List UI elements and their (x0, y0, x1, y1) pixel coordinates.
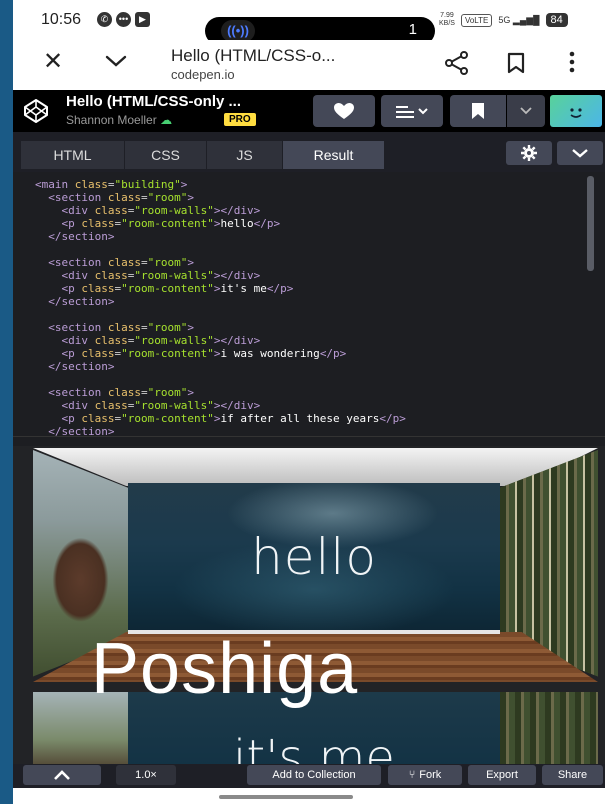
add-to-collection-button[interactable]: Add to Collection (247, 765, 381, 785)
status-time: 10:56 (41, 11, 82, 28)
share-icon[interactable] (444, 51, 470, 75)
fork-label: Fork (419, 769, 442, 781)
pro-badge: PRO (224, 113, 256, 126)
export-button[interactable]: Export (468, 765, 536, 785)
status-bar: 10:56 ✆ ••• ▶ ((•)) 1 7.99 KB/S VoLTE 5G … (13, 0, 605, 45)
chevron-down-icon[interactable] (103, 48, 129, 74)
net-speed: 7.99 KB/S (439, 12, 455, 27)
gesture-handle[interactable] (219, 795, 353, 799)
volte-badge: VoLTE (460, 13, 493, 27)
watermark-text: Poshiga (91, 629, 359, 709)
gear-icon (521, 145, 537, 161)
close-icon[interactable]: ✕ (41, 50, 65, 74)
heart-icon (334, 103, 354, 119)
html-code-editor[interactable]: <main class="building"> <section class="… (13, 172, 605, 436)
collections-menu-button[interactable] (381, 95, 443, 127)
bookmark-icon (472, 103, 484, 119)
chevron-down-icon (572, 149, 588, 158)
pane-resize-handle[interactable] (13, 436, 605, 446)
tab-js[interactable]: JS (207, 141, 283, 169)
smiley-avatar-icon (570, 108, 582, 118)
user-avatar[interactable] (550, 95, 602, 127)
signal-icon: 5G ▂▄▆█ (498, 14, 540, 25)
battery-icon: 84 (545, 13, 568, 27)
pen-title[interactable]: Hello (HTML/CSS-only ... (66, 93, 241, 110)
editor-collapse-button[interactable] (557, 141, 603, 165)
more-menu-icon[interactable] (568, 50, 576, 74)
code-text: it's me (220, 282, 267, 295)
whatsapp-icon: ✆ (97, 12, 112, 27)
bookmark-pen-button[interactable] (450, 95, 506, 127)
pen-author[interactable]: Shannon Moeller ☁ (66, 113, 172, 127)
notification-icons: ✆ ••• ▶ (97, 12, 150, 27)
bookmark-dropdown-button[interactable] (507, 95, 545, 127)
tab-html[interactable]: HTML (21, 141, 125, 169)
chevron-up-icon (54, 770, 70, 780)
codepen-logo-icon[interactable] (23, 98, 49, 124)
tab-css[interactable]: CSS (125, 141, 207, 169)
heart-button[interactable] (313, 95, 375, 127)
status-indicators: 7.99 KB/S VoLTE 5G ▂▄▆█ 84 (439, 12, 568, 28)
result-preview[interactable]: hello it's me Poshiga (13, 446, 605, 764)
settings-button[interactable] (506, 141, 552, 165)
room-right-wall-image (500, 692, 598, 764)
chevron-down-icon (520, 107, 532, 115)
code-text: i was wondering (220, 347, 320, 360)
tab-result[interactable]: Result (283, 141, 385, 169)
code-text: hello (220, 217, 254, 230)
phone-screen: 10:56 ✆ ••• ▶ ((•)) 1 7.99 KB/S VoLTE 5G … (13, 0, 605, 804)
fork-button[interactable]: ⑂ Fork (388, 765, 462, 785)
code-text: if after all these years (220, 412, 380, 425)
console-toggle-button[interactable] (23, 765, 101, 785)
chat-icon: ••• (116, 12, 131, 27)
share-button[interactable]: Share (542, 765, 603, 785)
bookmark-icon[interactable] (506, 52, 526, 74)
android-nav-bar (13, 788, 605, 804)
browser-url: codepen.io (171, 67, 235, 82)
cast-pill-count: 1 (408, 21, 417, 38)
browser-toolbar: ✕ Hello (HTML/CSS-o... codepen.io (13, 40, 605, 90)
room-content-text: it's me (233, 730, 395, 764)
cast-icon: ((•)) (221, 20, 255, 42)
codepen-header: Hello (HTML/CSS-only ... Shannon Moeller… (13, 90, 605, 132)
zoom-level[interactable]: 1.0× (116, 765, 176, 785)
list-dropdown-icon (396, 106, 428, 118)
room-ceiling (33, 448, 598, 486)
room-content-text: hello (251, 528, 377, 586)
fork-icon: ⑂ (408, 769, 416, 781)
code-scrollbar[interactable] (587, 176, 594, 271)
codepen-footer: 1.0× Add to Collection ⑂ Fork Export Shar… (13, 764, 605, 788)
browser-page-title: Hello (HTML/CSS-o... (171, 46, 336, 65)
youtube-icon: ▶ (135, 12, 150, 27)
editor-tab-bar: HTML CSS JS Result (13, 132, 605, 172)
